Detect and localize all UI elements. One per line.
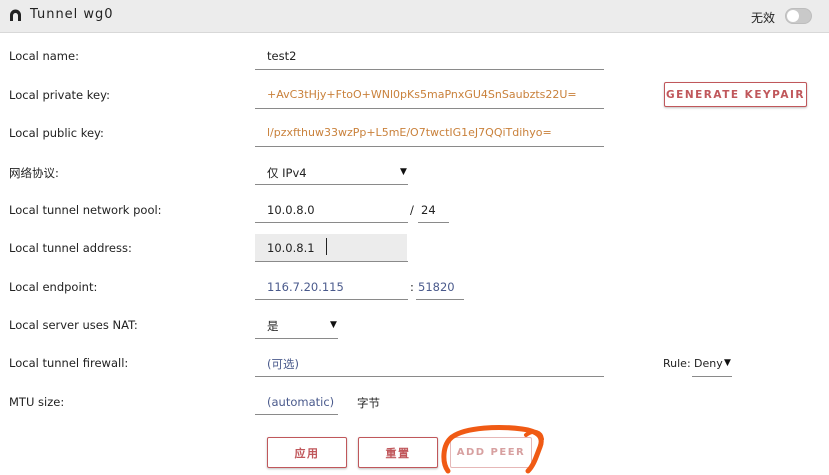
- generate-keypair-button[interactable]: GENERATE KEYPAIR: [664, 82, 807, 107]
- endpoint-host-input[interactable]: 116.7.20.115: [267, 280, 344, 294]
- nat-label: Local server uses NAT:: [9, 318, 138, 332]
- protocol-dropdown-icon[interactable]: ▼: [400, 167, 407, 177]
- endpoint-separator: :: [410, 280, 414, 294]
- firewall-input[interactable]: (可选): [267, 356, 299, 372]
- tunnel-app-icon: [10, 9, 21, 21]
- tunnel-address-underline: [255, 261, 408, 262]
- endpoint-port-input[interactable]: 51820: [418, 280, 455, 294]
- public-key-underline: [255, 146, 604, 147]
- protocol-select[interactable]: 仅 IPv4: [267, 165, 307, 181]
- local-name-underline: [255, 69, 604, 70]
- network-pool-input[interactable]: 10.0.8.0: [267, 203, 315, 217]
- rule-underline: [692, 376, 732, 377]
- public-key-input[interactable]: l/pzxfthuw33wzPp+L5mE/O7twctIG1eJ7QQiTdi…: [267, 126, 552, 139]
- title-bar: Tunnel wg0 无效: [0, 0, 829, 33]
- apply-button[interactable]: 应用: [267, 437, 347, 468]
- rule-dropdown-icon[interactable]: ▼: [724, 358, 731, 368]
- add-peer-button[interactable]: ADD PEER: [450, 437, 532, 468]
- rule-select[interactable]: Deny: [694, 357, 723, 370]
- reset-button[interactable]: 重置: [358, 437, 438, 468]
- local-name-label: Local name:: [9, 49, 79, 63]
- protocol-label: 网络协议:: [9, 166, 59, 180]
- network-pool-label: Local tunnel network pool:: [9, 203, 162, 217]
- mtu-input[interactable]: (automatic): [267, 395, 334, 409]
- rule-label: Rule:: [663, 357, 691, 370]
- tunnel-address-input[interactable]: 10.0.8.1: [267, 241, 315, 255]
- tunnel-address-label: Local tunnel address:: [9, 241, 132, 255]
- enable-toggle[interactable]: [785, 8, 812, 24]
- text-cursor: [326, 238, 327, 255]
- window-title: Tunnel wg0: [30, 7, 114, 22]
- public-key-label: Local public key:: [9, 126, 104, 140]
- protocol-underline: [255, 184, 408, 185]
- network-pool-underline: [255, 222, 408, 223]
- endpoint-label: Local endpoint:: [9, 280, 98, 294]
- network-pool-separator: /: [410, 203, 414, 217]
- private-key-underline: [255, 108, 604, 109]
- nat-dropdown-icon[interactable]: ▼: [330, 320, 337, 330]
- network-pool-prefix-input[interactable]: 24: [421, 203, 436, 217]
- nat-underline: [255, 338, 338, 339]
- private-key-label: Local private key:: [9, 88, 110, 102]
- nat-select[interactable]: 是: [267, 318, 279, 334]
- enable-toggle-label: 无效: [751, 11, 776, 25]
- local-name-input[interactable]: test2: [267, 49, 296, 63]
- toggle-knob: [787, 10, 799, 22]
- mtu-unit: 字节: [357, 396, 380, 410]
- endpoint-host-underline: [255, 299, 408, 300]
- mtu-label: MTU size:: [9, 395, 65, 409]
- private-key-input[interactable]: +AvC3tHjy+FtoO+WNl0pKs5maPnxGU4SnSaubzts…: [267, 88, 577, 101]
- firewall-underline: [255, 376, 604, 377]
- endpoint-port-underline: [416, 299, 464, 300]
- firewall-label: Local tunnel firewall:: [9, 356, 129, 370]
- prefix-underline: [418, 222, 449, 223]
- mtu-underline: [255, 414, 338, 415]
